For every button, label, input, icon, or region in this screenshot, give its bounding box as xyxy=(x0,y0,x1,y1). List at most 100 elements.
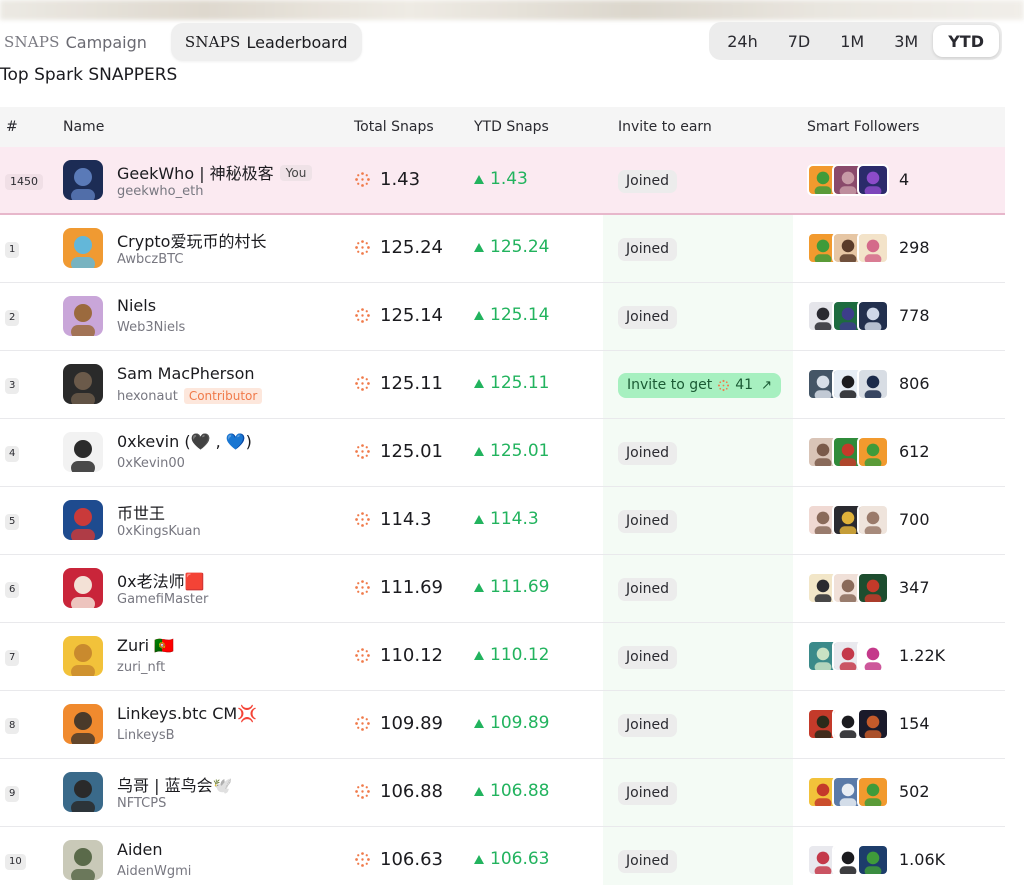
user-avatar[interactable] xyxy=(63,432,103,472)
smart-follower-avatars[interactable] xyxy=(807,504,889,536)
col-smart-followers[interactable]: Smart Followers xyxy=(807,119,919,135)
smart-follower-avatars[interactable] xyxy=(807,164,889,196)
ytd-snaps-value: 125.11 xyxy=(490,373,550,393)
table-row-you[interactable]: 1450 GeekWho | 神秘极客 You geekwho_eth 1.43 1.43… xyxy=(0,147,1005,215)
user-handle-text: Web3Niels xyxy=(117,320,186,335)
user-avatar[interactable] xyxy=(63,840,103,880)
up-arrow-icon xyxy=(474,718,484,728)
you-badge: You xyxy=(279,165,313,181)
user-avatar[interactable] xyxy=(63,296,103,336)
ytd-snaps-value: 125.24 xyxy=(490,237,550,257)
ytd-snaps-value: 125.01 xyxy=(490,441,550,461)
period-3m[interactable]: 3M xyxy=(879,25,933,57)
user-name[interactable]: Niels xyxy=(117,296,156,315)
user-avatar[interactable] xyxy=(63,500,103,540)
user-handle: NFTCPS xyxy=(117,796,166,811)
rank-badge: 10 xyxy=(5,854,26,870)
smart-followers-count: 4 xyxy=(899,170,910,189)
table-row[interactable]: 3 Sam MacPherson hexonaut Contributor 125.11… xyxy=(0,351,1005,419)
snaps-wordmark: SNAPS xyxy=(184,33,241,51)
user-avatar[interactable] xyxy=(63,160,103,200)
user-name[interactable]: 乌哥 | 蓝鸟会🕊️ xyxy=(117,772,233,796)
table-header: # Name Total Snaps YTD Snaps Invite to e… xyxy=(0,107,1005,147)
user-avatar[interactable] xyxy=(63,772,103,812)
table-row[interactable]: 8 Linkeys.btc CM💢 LinkeysB 109.89 109.89 Join… xyxy=(0,691,1005,759)
smart-follower-avatars[interactable] xyxy=(807,844,889,876)
user-avatar[interactable] xyxy=(63,636,103,676)
spark-icon xyxy=(355,580,370,595)
smart-follower-avatars[interactable] xyxy=(807,640,889,672)
user-handle-text: 0xKingsKuan xyxy=(117,524,201,539)
user-name[interactable]: 币世王 xyxy=(117,500,165,524)
col-rank: # xyxy=(6,119,18,135)
total-snaps: 114.3 xyxy=(354,509,432,530)
avatar-image xyxy=(63,704,103,744)
period-7d[interactable]: 7D xyxy=(773,25,826,57)
total-snaps: 125.01 xyxy=(354,441,443,462)
user-avatar[interactable] xyxy=(63,704,103,744)
external-link-icon: ↗ xyxy=(761,378,772,393)
follower-avatar xyxy=(857,640,889,672)
joined-badge: Joined xyxy=(618,442,677,465)
total-snaps-value: 125.14 xyxy=(380,305,443,326)
tab-campaign[interactable]: SNAPS Campaign xyxy=(0,23,161,61)
rank-badge: 5 xyxy=(5,514,20,530)
period-24h[interactable]: 24h xyxy=(712,25,773,57)
period-ytd[interactable]: YTD xyxy=(933,25,999,57)
user-name[interactable]: 0xkevin (🖤 , 💙) xyxy=(117,432,252,451)
invite-to-earn-button[interactable]: Invite to get 41 ↗ xyxy=(618,373,781,398)
table-row[interactable]: 4 0xkevin (🖤 , 💙) 0xKevin00 125.01 125.01 Joi… xyxy=(0,419,1005,487)
joined-badge: Joined xyxy=(618,578,677,601)
user-name-text: Crypto爱玩币的村长 xyxy=(117,232,267,251)
user-name[interactable]: Linkeys.btc CM💢 xyxy=(117,704,257,723)
user-name[interactable]: Aiden xyxy=(117,840,163,859)
col-invite: Invite to earn xyxy=(618,119,712,135)
table-row[interactable]: 5 币世王 0xKingsKuan 114.3 114.3 Joined 700 xyxy=(0,487,1005,555)
period-1m[interactable]: 1M xyxy=(825,25,879,57)
user-avatar[interactable] xyxy=(63,228,103,268)
smart-follower-avatars[interactable] xyxy=(807,368,889,400)
follower-avatar xyxy=(857,300,889,332)
smart-follower-avatars[interactable] xyxy=(807,300,889,332)
joined-badge: Joined xyxy=(618,306,677,329)
user-name-text: Aiden xyxy=(117,840,163,859)
user-name[interactable]: Zuri 🇵🇹 xyxy=(117,636,174,655)
smart-follower-avatars[interactable] xyxy=(807,436,889,468)
user-name-text: 币世王 xyxy=(117,504,166,523)
smart-follower-avatars[interactable] xyxy=(807,708,889,740)
spark-icon xyxy=(355,512,370,527)
follower-avatar-image xyxy=(859,778,887,806)
user-handle: zuri_nft xyxy=(117,660,165,675)
smart-follower-avatars[interactable] xyxy=(807,572,889,604)
avatar-image xyxy=(63,228,103,268)
avatar-image xyxy=(63,840,103,880)
spark-icon xyxy=(718,379,730,392)
tab-leaderboard[interactable]: SNAPS Leaderboard xyxy=(170,23,362,61)
ytd-snaps-value: 109.89 xyxy=(490,713,550,733)
follower-avatar xyxy=(857,368,889,400)
user-name[interactable]: GeekWho | 神秘极客 You xyxy=(117,160,313,184)
table-row[interactable]: 6 0x老法师🟥 GamefiMaster 111.69 111.69 Joined 347 xyxy=(0,555,1005,623)
user-avatar[interactable] xyxy=(63,568,103,608)
user-name[interactable]: Crypto爱玩币的村长 xyxy=(117,228,266,252)
user-handle-text: GamefiMaster xyxy=(117,592,209,607)
table-row[interactable]: 1 Crypto爱玩币的村长 AwbczBTC 125.24 125.24 Joined 2… xyxy=(0,215,1005,283)
table-row[interactable]: 7 Zuri 🇵🇹 zuri_nft 110.12 110.12 Joined 1.22K xyxy=(0,623,1005,691)
avatar-image xyxy=(63,568,103,608)
col-ytd-snaps[interactable]: YTD Snaps xyxy=(474,119,549,135)
table-row[interactable]: 2 Niels Web3Niels 125.14 125.14 Joined 778 xyxy=(0,283,1005,351)
col-name[interactable]: Name xyxy=(63,119,104,135)
up-arrow-icon xyxy=(474,650,484,660)
smart-follower-avatars[interactable] xyxy=(807,232,889,264)
total-snaps: 125.11 xyxy=(354,373,443,394)
user-avatar[interactable] xyxy=(63,364,103,404)
ytd-snaps: 110.12 xyxy=(474,645,549,665)
table-row[interactable]: 9 乌哥 | 蓝鸟会🕊️ NFTCPS 106.88 106.88 Joined 502 xyxy=(0,759,1005,827)
user-name[interactable]: 0x老法师🟥 xyxy=(117,568,205,592)
col-total-snaps[interactable]: Total Snaps xyxy=(354,119,434,135)
period-selector: 24h 7D 1M 3M YTD xyxy=(709,22,1002,60)
table-row[interactable]: 10 Aiden AidenWgmi 106.63 106.63 Joined 1.06K xyxy=(0,827,1005,885)
smart-follower-avatars[interactable] xyxy=(807,776,889,808)
user-name[interactable]: Sam MacPherson xyxy=(117,364,255,383)
follower-avatar-image xyxy=(859,302,887,330)
